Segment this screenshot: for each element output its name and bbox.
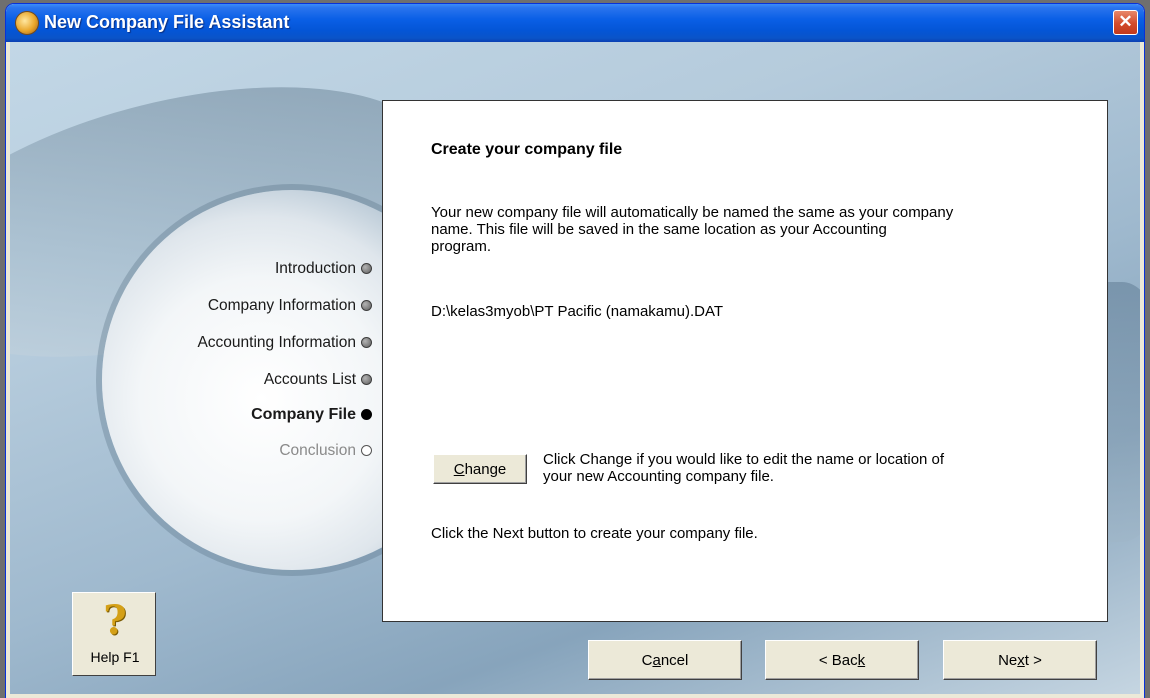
step-status-icon [361, 337, 372, 348]
cancel-mnemonic: a [652, 651, 661, 669]
step-accounting-information: Accounting Information [10, 334, 372, 352]
description-line: program. [431, 238, 492, 255]
next-label-pre: Ne [998, 651, 1018, 669]
change-mnemonic: C [453, 460, 465, 478]
cancel-label-pre: C [641, 651, 653, 669]
next-hint: Click the Next button to create your com… [431, 525, 758, 542]
panel-heading: Create your company file [431, 141, 623, 158]
change-hint: Click Change if you would like to edit t… [543, 451, 944, 485]
back-label-pre: < Bac [818, 651, 858, 669]
next-label-post: t > [1024, 651, 1042, 669]
step-label: Company File [251, 406, 356, 423]
window-bottom-edge [10, 694, 1140, 698]
step-label: Company Information [207, 297, 356, 314]
back-mnemonic: k [857, 651, 866, 669]
change-button[interactable]: Change [433, 454, 527, 484]
wizard-body: Introduction Company Information Account… [10, 42, 1140, 698]
next-button[interactable]: Next > [943, 640, 1097, 680]
title-bar[interactable]: New Company File Assistant ✕ [6, 4, 1144, 42]
description-text: Your new company file will automatically… [431, 204, 953, 255]
help-question-icon: ? [103, 597, 127, 644]
file-path: D:\kelas3myob\PT Pacific (namakamu).DAT [431, 303, 724, 320]
step-company-file: Company File [10, 406, 372, 424]
change-hint-line: Click Change if you would like to edit t… [543, 451, 945, 468]
help-label: Help F1 [90, 649, 140, 665]
content-panel: Create your company file Your new compan… [382, 100, 1108, 622]
window-title: New Company File Assistant [44, 12, 290, 32]
close-button[interactable]: ✕ [1113, 10, 1138, 35]
step-label: Conclusion [279, 442, 356, 459]
step-status-icon [361, 300, 372, 311]
step-status-icon [361, 374, 372, 385]
cancel-label-post: ncel [660, 651, 689, 669]
step-label: Accounting Information [197, 334, 356, 351]
step-status-icon [361, 263, 372, 274]
next-mnemonic: x [1017, 651, 1025, 669]
step-company-information: Company Information [10, 297, 372, 315]
cancel-button[interactable]: Cancel [588, 640, 742, 680]
step-introduction: Introduction [10, 260, 372, 278]
step-pending-icon [361, 445, 372, 456]
step-conclusion: Conclusion [10, 442, 372, 460]
change-hint-line: your new Accounting company file. [543, 468, 774, 485]
step-label: Accounts List [263, 371, 356, 388]
step-accounts-list: Accounts List [10, 371, 372, 389]
back-button[interactable]: < Back [765, 640, 919, 680]
change-label-post: hange [464, 460, 507, 478]
step-label: Introduction [275, 260, 356, 277]
help-button[interactable]: ? Help F1 [72, 592, 156, 676]
close-icon: ✕ [1118, 12, 1133, 31]
app-icon [16, 12, 38, 34]
assistant-window: New Company File Assistant ✕ Introductio… [6, 4, 1144, 698]
description-line: Your new company file will automatically… [431, 204, 954, 221]
description-line: name. This file will be saved in the sam… [431, 221, 887, 238]
step-current-icon [361, 409, 372, 420]
